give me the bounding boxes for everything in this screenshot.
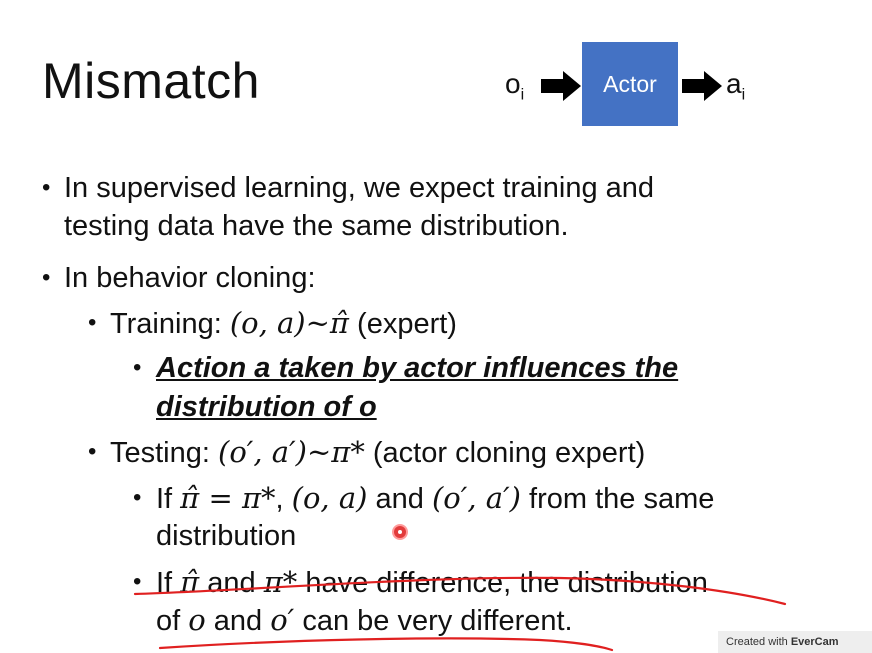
actor-diagram: oi Actor ai (505, 42, 765, 128)
input-observation: oi (505, 68, 525, 104)
bullet-if-different: If π̂ and π* have difference, the distri… (156, 565, 708, 599)
output-action: ai (726, 68, 746, 104)
emphasis-line1: Action a taken by actor influences the (156, 352, 679, 384)
bullet-training: Training: (o, a)~π̂ (expert) (110, 306, 457, 340)
emphasis-line2: distribution of o (156, 391, 377, 423)
bullet-marker: • (133, 354, 142, 381)
bullet-marker: • (133, 568, 142, 595)
evercam-watermark: Created with EverCam (718, 631, 872, 653)
bullet-behavior-cloning: In behavior cloning: (64, 262, 316, 294)
arrow-right-icon (682, 71, 722, 101)
bullet-marker: • (42, 174, 51, 201)
actor-box: Actor (582, 42, 678, 126)
bullet-supervised-line2: testing data have the same distribution. (64, 210, 569, 242)
underline-stroke (158, 637, 614, 652)
bullet-if-different-line2: of o and o′ can be very different. (156, 603, 573, 637)
bullet-supervised-line1: In supervised learning, we expect traini… (64, 172, 655, 204)
arrow-right-icon (541, 71, 581, 101)
bullet-marker: • (88, 309, 97, 336)
slide: Mismatch oi Actor ai • In supervised lea… (0, 0, 872, 653)
bullet-marker: • (88, 438, 97, 465)
bullet-if-same: If π̂ = π*, (o, a) and (o′, a′) from the… (156, 481, 715, 515)
bullet-if-same-line2: distribution (156, 520, 297, 552)
bullet-testing: Testing: (o′, a′)~π* (actor cloning expe… (110, 435, 646, 469)
bullet-marker: • (133, 484, 142, 511)
laser-pointer-icon (394, 526, 406, 538)
slide-title: Mismatch (42, 53, 260, 109)
bullet-marker: • (42, 264, 51, 291)
